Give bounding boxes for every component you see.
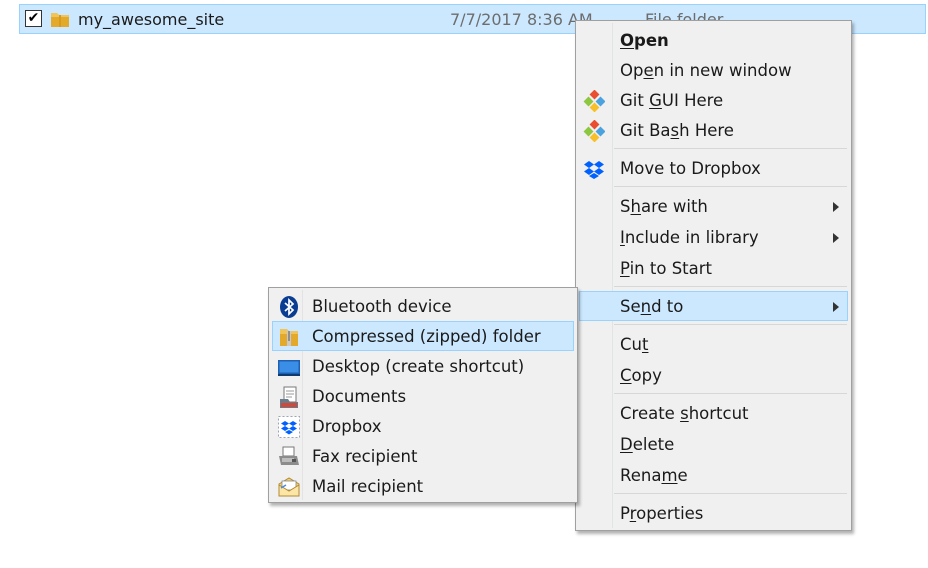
menu-item-label: Bluetooth device — [312, 297, 452, 316]
menu-item-label: Open — [620, 31, 669, 50]
menu-item-label: Desktop (create shortcut) — [312, 357, 525, 376]
menu-item-label: Cut — [620, 335, 649, 354]
menu-item-label: Properties — [620, 504, 704, 523]
menu-item-label: Move to Dropbox — [620, 159, 761, 178]
menu-item-label: Include in library — [620, 228, 759, 247]
menu-item-cut[interactable]: Cut — [579, 329, 848, 359]
menu-item-share-with[interactable]: Share with — [579, 191, 848, 221]
send-to-documents[interactable]: Documents — [272, 381, 574, 411]
menu-item-label: Send to — [620, 297, 684, 316]
send-to-compressed-folder[interactable]: Compressed (zipped) folder — [272, 321, 574, 351]
selection-checkbox[interactable]: ✔ — [25, 10, 42, 27]
menu-item-label: Git Bash Here — [620, 121, 734, 140]
menu-item-label: Share with — [620, 197, 708, 216]
menu-item-label: Dropbox — [312, 417, 382, 436]
send-to-submenu: Bluetooth device Compressed (zipped) fol… — [268, 287, 578, 503]
menu-item-create-shortcut[interactable]: Create shortcut — [579, 398, 848, 428]
desktop-icon — [278, 360, 300, 376]
menu-item-open[interactable]: Open — [579, 25, 848, 55]
menu-item-git-bash-here[interactable]: Git Bash Here — [579, 115, 848, 145]
git-gui-icon — [583, 90, 605, 112]
menu-item-pin-to-start[interactable]: Pin to Start — [579, 253, 848, 283]
menu-separator — [614, 493, 847, 494]
menu-item-send-to[interactable]: Send to — [579, 291, 848, 321]
bluetooth-icon — [280, 296, 298, 318]
dropbox-icon — [278, 416, 300, 438]
send-to-fax-recipient[interactable]: Fax recipient — [272, 441, 574, 471]
send-to-mail-recipient[interactable]: Mail recipient — [272, 471, 574, 501]
menu-separator — [614, 148, 847, 149]
menu-separator — [614, 393, 847, 394]
menu-item-properties[interactable]: Properties — [579, 498, 848, 528]
menu-item-open-in-new-window[interactable]: Open in new window — [579, 55, 848, 85]
menu-item-include-in-library[interactable]: Include in library — [579, 222, 848, 252]
menu-item-copy[interactable]: Copy — [579, 360, 848, 390]
menu-item-git-gui-here[interactable]: Git GUI Here — [579, 85, 848, 115]
menu-item-label: Fax recipient — [312, 447, 418, 466]
menu-separator — [614, 186, 847, 187]
menu-item-label: Create shortcut — [620, 404, 749, 423]
menu-item-label: Mail recipient — [312, 477, 424, 496]
context-menu: Open Open in new window Git GUI Here Git… — [575, 20, 852, 531]
send-to-dropbox[interactable]: Dropbox — [272, 411, 574, 441]
zipped-folder-icon — [280, 329, 298, 346]
menu-item-label: Delete — [620, 435, 675, 454]
menu-separator — [614, 286, 847, 287]
menu-item-label: Compressed (zipped) folder — [312, 327, 541, 346]
menu-item-delete[interactable]: Delete — [579, 429, 848, 459]
submenu-arrow-icon — [833, 202, 839, 212]
menu-item-label: Documents — [312, 387, 407, 406]
send-to-bluetooth-device[interactable]: Bluetooth device — [272, 291, 574, 321]
menu-item-move-to-dropbox[interactable]: Move to Dropbox — [579, 153, 848, 183]
file-date-modified: 7/7/2017 8:36 AM — [450, 10, 593, 29]
documents-icon — [280, 386, 298, 408]
menu-item-label: Pin to Start — [620, 259, 712, 278]
file-name: my_awesome_site — [78, 10, 225, 29]
submenu-arrow-icon — [833, 302, 839, 312]
menu-item-label: Rename — [620, 466, 688, 485]
menu-item-label: Git GUI Here — [620, 91, 724, 110]
fax-icon — [279, 446, 299, 465]
send-to-desktop-shortcut[interactable]: Desktop (create shortcut) — [272, 351, 574, 381]
git-bash-icon — [583, 120, 605, 142]
dropbox-icon — [584, 161, 604, 179]
mail-icon — [278, 477, 300, 497]
menu-item-rename[interactable]: Rename — [579, 460, 848, 490]
menu-item-label: Open in new window — [620, 61, 792, 80]
menu-separator — [614, 324, 847, 325]
folder-icon — [51, 13, 69, 27]
menu-item-label: Copy — [620, 366, 662, 385]
submenu-arrow-icon — [833, 233, 839, 243]
